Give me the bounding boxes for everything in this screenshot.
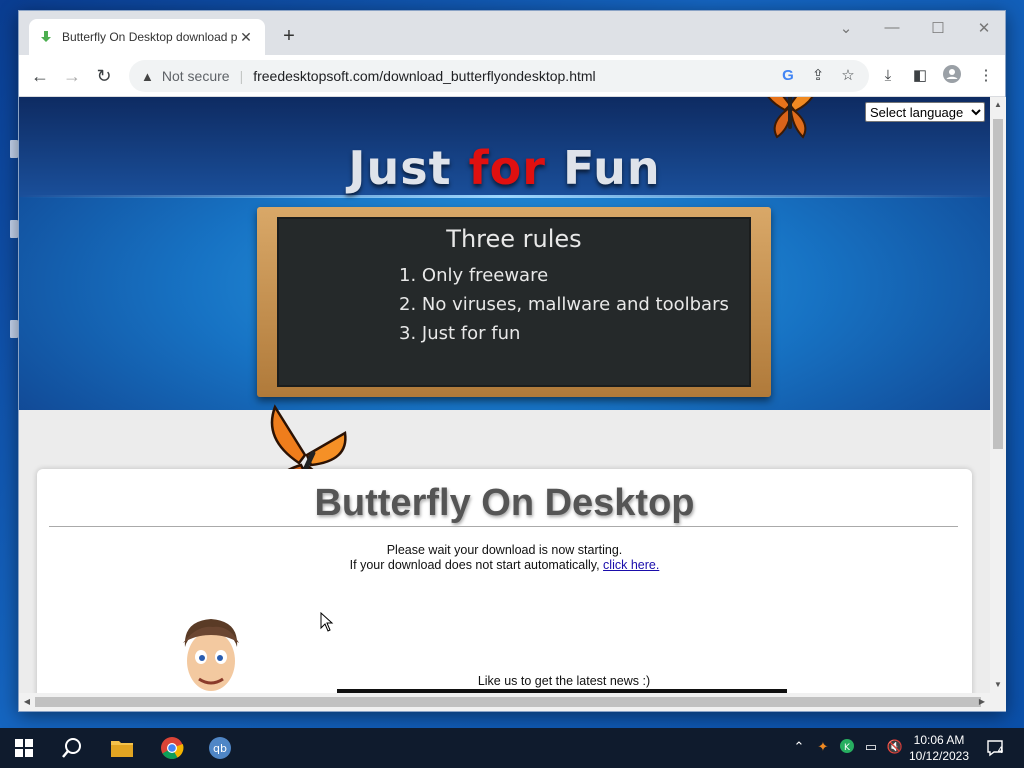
chalkboard-surface: Three rules 1. Only freeware 2. No virus… — [277, 217, 751, 387]
url-divider: | — [239, 68, 244, 84]
chalkboard: Three rules 1. Only freeware 2. No virus… — [257, 207, 771, 397]
security-status: Not secure — [161, 68, 230, 84]
vertical-scroll-thumb[interactable] — [993, 119, 1003, 449]
scroll-right-icon[interactable]: ▶ — [974, 693, 990, 711]
profile-avatar-icon[interactable] — [941, 65, 963, 87]
reload-icon[interactable]: ↻ — [91, 63, 117, 89]
download-card: Butterfly On Desktop Please wait your do… — [37, 469, 972, 693]
google-translate-icon[interactable]: G — [777, 65, 799, 87]
warning-icon: ▲ — [141, 68, 154, 84]
back-icon[interactable]: ← — [27, 63, 53, 89]
bookmark-star-icon[interactable]: ☆ — [837, 65, 859, 87]
address-bar[interactable]: ▲ Not secure | freedesktopsoft.com/downl… — [129, 60, 869, 92]
cartoon-avatar — [183, 619, 239, 691]
headline-word-1: Just — [348, 141, 452, 195]
rules-list: 1. Only freeware 2. No viruses, mallware… — [279, 261, 749, 348]
language-select[interactable]: Select language — [865, 102, 985, 122]
horizontal-scroll-thumb[interactable] — [35, 697, 981, 707]
headline: Just for Fun — [19, 141, 990, 195]
fallback-line-wrap: If your download does not start automati… — [37, 558, 972, 573]
system-clock[interactable]: 10:06 AM 10/12/2023 — [904, 732, 974, 764]
svg-text:qb: qb — [213, 742, 227, 755]
active-tab[interactable]: Butterfly On Desktop download p ✕ — [29, 19, 265, 55]
minimize-button[interactable]: — — [875, 19, 909, 36]
click-here-link[interactable]: click here. — [603, 558, 659, 572]
notification-count: 4 — [998, 745, 1004, 755]
vertical-scrollbar[interactable]: ▲ ▼ — [990, 97, 1006, 693]
tray-overflow-icon[interactable]: ⌃ — [790, 739, 808, 755]
horizontal-scrollbar[interactable]: ◀ ▶ — [19, 693, 1006, 711]
qbittorrent-icon[interactable]: qb — [206, 734, 234, 762]
side-panel-icon[interactable]: ◧ — [909, 65, 931, 87]
download-status: Please wait your download is now startin… — [37, 543, 972, 573]
menu-kebab-icon[interactable]: ⋮ — [975, 65, 997, 87]
title-divider — [49, 526, 958, 527]
clock-time: 10:06 AM — [913, 733, 965, 747]
butterfly-icon — [767, 97, 814, 139]
scroll-down-icon[interactable]: ▼ — [990, 677, 1006, 693]
close-window-button[interactable]: ✕ — [967, 19, 1001, 37]
mouse-cursor-icon — [320, 612, 334, 632]
hero-banner: Just for Fun Three rules 1. Only freewar… — [19, 97, 990, 410]
page-title: Butterfly On Desktop — [314, 482, 695, 524]
clock-date: 10/12/2023 — [908, 749, 970, 763]
browser-window: Butterfly On Desktop download p ✕ + ⌄ — … — [18, 10, 1006, 712]
scroll-left-icon[interactable]: ◀ — [19, 693, 35, 711]
forward-icon[interactable]: → — [59, 63, 85, 89]
board-title: Three rules — [446, 225, 582, 253]
like-us-text: Like us to get the latest news :) — [477, 674, 651, 688]
rule-item: 2. No viruses, mallware and toolbars — [399, 294, 729, 315]
maximize-button[interactable]: ☐ — [921, 19, 955, 37]
tab-search-icon[interactable]: ⌄ — [829, 19, 863, 37]
volume-muted-icon[interactable]: 🔇 — [886, 739, 904, 755]
download-icon[interactable]: ⤓ — [877, 65, 899, 87]
download-favicon-icon — [39, 30, 53, 44]
url-text: freedesktopsoft.com/download_butterflyon… — [253, 68, 596, 84]
search-icon[interactable] — [58, 734, 86, 762]
tab-title: Butterfly On Desktop download p — [62, 30, 237, 44]
taskbar: qb ⌃ ✦ K ▭ 🔇 10:06 AM 10/12/2023 4 — [0, 728, 1024, 768]
wait-line: Please wait your download is now startin… — [386, 543, 623, 557]
rule-item: 3. Just for fun — [399, 323, 521, 344]
headline-word-2: for — [468, 141, 546, 195]
share-icon[interactable]: ⇪ — [807, 65, 829, 87]
chrome-icon[interactable] — [158, 734, 186, 762]
file-explorer-icon[interactable] — [108, 734, 136, 762]
network-icon[interactable]: ▭ — [862, 739, 880, 755]
butterfly-tray-icon[interactable]: ✦ — [814, 739, 832, 755]
tab-strip: Butterfly On Desktop download p ✕ + ⌄ — … — [19, 11, 1005, 55]
page-viewport: Just for Fun Three rules 1. Only freewar… — [19, 97, 990, 693]
tab-close-icon[interactable]: ✕ — [237, 29, 255, 46]
new-tab-button[interactable]: + — [277, 25, 301, 49]
windows-start-icon[interactable] — [10, 734, 38, 762]
headline-word-3: Fun — [562, 141, 661, 195]
scroll-up-icon[interactable]: ▲ — [990, 97, 1006, 113]
notification-center-icon[interactable]: 4 — [984, 739, 1006, 760]
kaspersky-tray-icon[interactable]: K — [838, 739, 856, 756]
rule-item: 1. Only freeware — [399, 265, 549, 286]
banner-glow-line — [19, 195, 990, 198]
fallback-line: If your download does not start automati… — [349, 558, 600, 572]
desktop-icons-edge — [0, 130, 18, 370]
browser-toolbar: ← → ↻ ▲ Not secure | freedesktopsoft.com… — [19, 55, 1005, 97]
